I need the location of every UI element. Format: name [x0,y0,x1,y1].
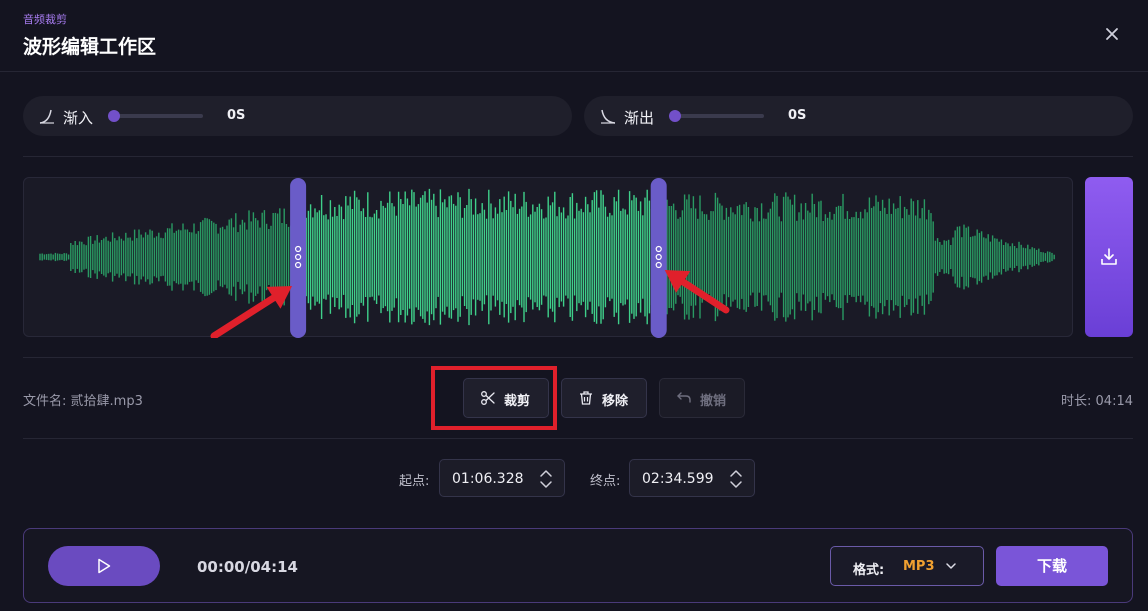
spinner-icon[interactable] [728,467,744,491]
undo-button[interactable]: 撤销 [659,378,745,418]
undo-button-label: 撤销 [700,394,727,409]
waveform-canvas[interactable] [24,178,1074,338]
fade-out-slider-handle[interactable] [669,110,681,122]
playback-time: 00:00/04:14 [197,558,298,576]
end-time-value: 02:34.599 [642,471,714,487]
remove-button[interactable]: 移除 [561,378,647,418]
selection-end-handle[interactable] [650,178,667,338]
fade-out-slider[interactable] [669,110,764,122]
fade-in-slider[interactable] [108,110,203,122]
trash-icon [580,391,592,405]
close-icon[interactable] [1102,24,1122,44]
duration: 时长: 04:14 [1061,390,1133,409]
duration-label: 时长: [1061,394,1092,409]
duration-value: 04:14 [1095,394,1133,409]
export-selection-button[interactable] [1085,177,1133,337]
start-time-label: 起点: [399,474,430,489]
dialog-title: 波形编辑工作区 [23,36,157,58]
fade-out-curve-icon [601,109,616,124]
divider [23,438,1133,439]
end-time-label: 终点: [590,474,621,489]
fade-in-label: 渐入 [63,109,94,127]
file-name-value: 贰拾肆.mp3 [70,394,143,409]
divider [23,156,1133,157]
chevron-down-icon [946,563,956,569]
fade-in-slider-handle[interactable] [108,110,120,122]
remove-button-label: 移除 [602,394,629,409]
fade-in-value: 0S [227,108,246,123]
cut-button-highlight-box [431,366,557,430]
dialog-subtitle: 音频裁剪 [23,13,67,26]
fade-in-curve-icon [39,109,54,124]
file-name-label: 文件名: [23,394,67,409]
fade-out-label: 渐出 [624,109,655,127]
spinner-icon[interactable] [538,467,554,491]
fade-out-control: 渐出 0S [584,96,1133,136]
fade-in-control: 渐入 0S [23,96,572,136]
play-button[interactable] [48,546,160,586]
play-icon [98,558,111,574]
format-select[interactable]: 格式: MP3 [830,546,984,586]
dialog-header: 音频裁剪 波形编辑工作区 [0,0,1148,72]
selection-start-handle[interactable] [290,178,307,338]
download-icon [1101,248,1117,265]
waveform-editor[interactable] [23,177,1074,338]
format-label: 格式: [853,563,885,578]
undo-icon [677,392,691,403]
download-button[interactable]: 下载 [996,546,1108,586]
file-name: 文件名: 贰拾肆.mp3 [23,390,143,409]
divider [23,357,1133,358]
format-value: MP3 [903,559,935,574]
end-time-input[interactable]: 02:34.599 [629,459,755,497]
start-time-input[interactable]: 01:06.328 [439,459,565,497]
player-bar: 00:00/04:14 格式: MP3 下载 [23,528,1133,603]
start-time-value: 01:06.328 [452,471,524,487]
fade-out-value: 0S [788,108,807,123]
